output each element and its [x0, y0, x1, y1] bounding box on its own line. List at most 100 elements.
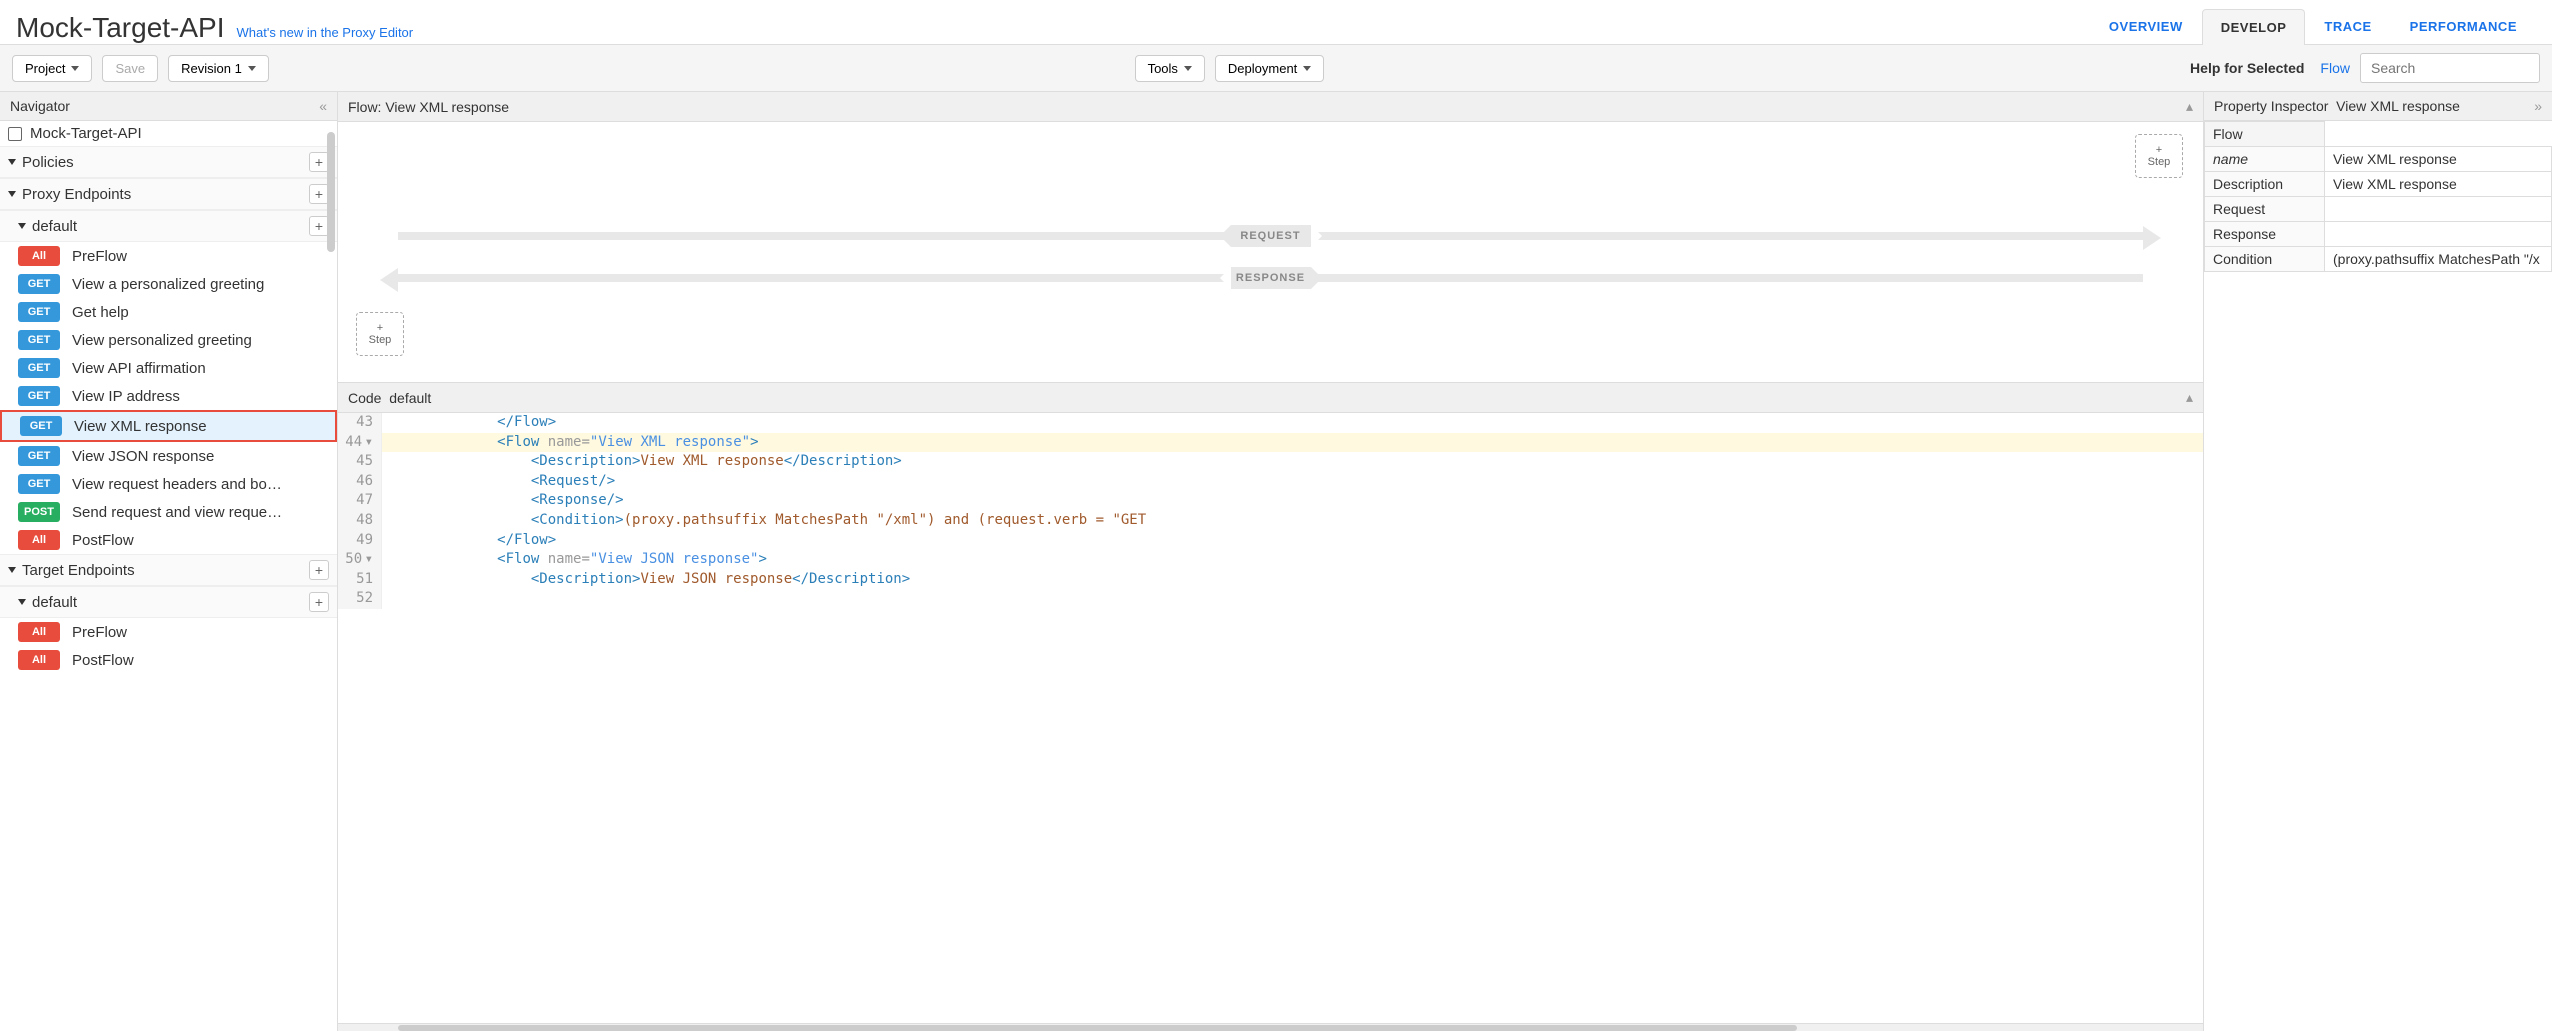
- property-label: Condition: [2205, 247, 2325, 272]
- inspector-row: Condition(proxy.pathsuffix MatchesPath "…: [2205, 247, 2552, 272]
- property-value[interactable]: [2325, 222, 2552, 247]
- nav-flow-item[interactable]: AllPostFlow: [0, 526, 337, 554]
- navigator-panel: Navigator « Mock-Target-APIPolicies+Prox…: [0, 92, 338, 1031]
- property-label: Request: [2205, 197, 2325, 222]
- property-value[interactable]: (proxy.pathsuffix MatchesPath "/x: [2325, 247, 2552, 272]
- property-value[interactable]: View XML response: [2325, 147, 2552, 172]
- flow-label: View JSON response: [72, 448, 329, 465]
- nav-flow-item[interactable]: GETView API affirmation: [0, 354, 337, 382]
- toolbar: Project Save Revision 1 Tools Deployment…: [0, 45, 2552, 92]
- tools-dropdown[interactable]: Tools: [1135, 55, 1205, 82]
- flow-label: Get help: [72, 304, 329, 321]
- help-for-selected-label: Help for Selected: [2190, 60, 2304, 76]
- whats-new-link[interactable]: What's new in the Proxy Editor: [237, 25, 414, 40]
- code-line[interactable]: 47 <Response/>: [338, 491, 2203, 511]
- method-badge: All: [18, 650, 60, 670]
- collapse-code-icon[interactable]: ▴: [2186, 389, 2193, 406]
- code-line[interactable]: 43 </Flow>: [338, 413, 2203, 433]
- property-inspector-panel: Property Inspector View XML response » F…: [2204, 92, 2552, 1031]
- tab-performance[interactable]: PERFORMANCE: [2391, 8, 2536, 44]
- property-value[interactable]: View XML response: [2325, 172, 2552, 197]
- nav-section[interactable]: Target Endpoints+: [0, 554, 337, 586]
- triangle-down-icon: [8, 159, 16, 165]
- code-line[interactable]: 49 </Flow>: [338, 531, 2203, 551]
- tab-overview[interactable]: OVERVIEW: [2090, 8, 2202, 44]
- code-line[interactable]: 52: [338, 589, 2203, 609]
- nav-flow-item[interactable]: GET Get help: [0, 298, 337, 326]
- arrow-right-icon: [2143, 226, 2161, 250]
- revision-dropdown[interactable]: Revision 1: [168, 55, 269, 82]
- add-button[interactable]: +: [309, 184, 329, 204]
- flow-label: PostFlow: [72, 652, 329, 669]
- help-topic-link[interactable]: Flow: [2320, 60, 2350, 76]
- inspector-row: Response: [2205, 222, 2552, 247]
- nav-flow-item[interactable]: POSTSend request and view reque…: [0, 498, 337, 526]
- horizontal-scrollbar[interactable]: [338, 1023, 2203, 1031]
- nav-flow-item[interactable]: GETView XML response: [0, 410, 337, 442]
- add-button[interactable]: +: [309, 216, 329, 236]
- property-label: name: [2205, 147, 2325, 172]
- add-step-request[interactable]: + Step: [2135, 134, 2183, 178]
- nav-flow-item[interactable]: GETView request headers and bo…: [0, 470, 337, 498]
- flow-label: PreFlow: [72, 624, 329, 641]
- main-tabs: OVERVIEWDEVELOPTRACEPERFORMANCE: [2090, 8, 2536, 44]
- nav-flow-item[interactable]: GETView JSON response: [0, 442, 337, 470]
- code-line[interactable]: 46 <Request/>: [338, 472, 2203, 492]
- nav-flow-item[interactable]: All PreFlow: [0, 618, 337, 646]
- triangle-down-icon: [8, 567, 16, 573]
- navigator-title: Navigator: [10, 98, 70, 114]
- code-line[interactable]: 44 ▾ <Flow name="View XML response">: [338, 433, 2203, 453]
- caret-down-icon: [1303, 66, 1311, 71]
- method-badge: GET: [18, 386, 60, 406]
- caret-down-icon: [71, 66, 79, 71]
- add-step-response[interactable]: + Step: [356, 312, 404, 356]
- nav-group[interactable]: default+: [0, 586, 337, 618]
- nav-root[interactable]: Mock-Target-API: [0, 121, 337, 146]
- plus-icon: +: [2156, 144, 2162, 156]
- deployment-dropdown[interactable]: Deployment: [1215, 55, 1324, 82]
- tab-trace[interactable]: TRACE: [2305, 8, 2390, 44]
- property-label: Description: [2205, 172, 2325, 197]
- project-dropdown[interactable]: Project: [12, 55, 92, 82]
- code-line[interactable]: 51 <Description>View JSON response</Desc…: [338, 570, 2203, 590]
- method-badge: GET: [18, 358, 60, 378]
- nav-section[interactable]: Policies+: [0, 146, 337, 178]
- nav-group[interactable]: default+: [0, 210, 337, 242]
- flow-title: Flow: View XML response: [348, 99, 509, 115]
- inspector-group: Flow: [2205, 122, 2325, 147]
- nav-flow-item[interactable]: GETView personalized greeting: [0, 326, 337, 354]
- property-value[interactable]: [2325, 197, 2552, 222]
- collapse-up-icon[interactable]: ▴: [2186, 98, 2193, 115]
- method-badge: GET: [18, 474, 60, 494]
- code-line[interactable]: 50 ▾ <Flow name="View JSON response">: [338, 550, 2203, 570]
- nav-section[interactable]: Proxy Endpoints+: [0, 178, 337, 210]
- inspector-row: nameView XML response: [2205, 147, 2552, 172]
- document-icon: [8, 127, 22, 141]
- add-button[interactable]: +: [309, 560, 329, 580]
- collapse-left-icon[interactable]: «: [319, 98, 327, 114]
- code-line[interactable]: 48 <Condition>(proxy.pathsuffix MatchesP…: [338, 511, 2203, 531]
- search-input[interactable]: [2360, 53, 2540, 83]
- flow-label: PreFlow: [72, 248, 329, 265]
- scrollbar-thumb[interactable]: [327, 132, 335, 252]
- nav-flow-item[interactable]: GETView IP address: [0, 382, 337, 410]
- code-editor[interactable]: 43 </Flow>44 ▾ <Flow name="View XML resp…: [338, 413, 2203, 1023]
- flow-label: View XML response: [74, 418, 327, 435]
- app-header: Mock-Target-API What's new in the Proxy …: [0, 0, 2552, 45]
- nav-flow-item[interactable]: GET View a personalized greeting: [0, 270, 337, 298]
- method-badge: GET: [18, 302, 60, 322]
- nav-flow-item[interactable]: All PostFlow: [0, 646, 337, 674]
- code-line[interactable]: 45 <Description>View XML response</Descr…: [338, 452, 2203, 472]
- method-badge: All: [18, 622, 60, 642]
- inspector-title: Property Inspector: [2214, 98, 2328, 114]
- save-button[interactable]: Save: [102, 55, 158, 82]
- tab-develop[interactable]: DEVELOP: [2202, 9, 2306, 45]
- method-badge: GET: [18, 274, 60, 294]
- add-button[interactable]: +: [309, 152, 329, 172]
- expand-right-icon[interactable]: »: [2534, 98, 2542, 114]
- arrow-left-icon: [380, 268, 398, 292]
- nav-flow-item[interactable]: AllPreFlow: [0, 242, 337, 270]
- flow-label: View a personalized greeting: [72, 276, 329, 293]
- scrollbar-thumb[interactable]: [398, 1025, 1797, 1031]
- add-button[interactable]: +: [309, 592, 329, 612]
